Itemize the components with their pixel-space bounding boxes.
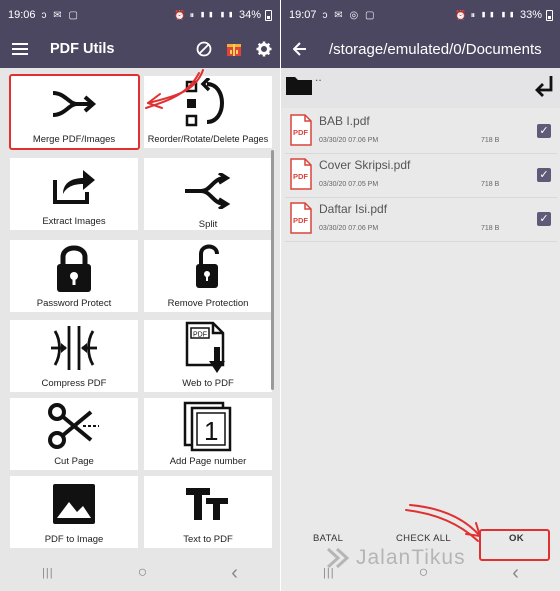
split-icon: [179, 164, 237, 217]
highlight-merge-tile: [9, 74, 140, 150]
tile-split[interactable]: Split: [144, 158, 272, 230]
tile-web-to-pdf[interactable]: PDF Web to PDF: [144, 320, 272, 392]
parent-folder-label: ..: [315, 70, 322, 84]
parent-folder-row[interactable]: ..: [281, 68, 560, 108]
tile-label: Split: [198, 219, 218, 230]
status-bar: 19:06 ↄ ✉ ▢ ⏰ ⏸ ▮▮ ▮▮ 34%: [0, 0, 280, 30]
tile-label: Extract Images: [42, 216, 106, 227]
app-title: PDF Utils: [50, 41, 115, 57]
tile-label: Compress PDF: [41, 378, 107, 389]
tile-label: Web to PDF: [182, 378, 234, 389]
tile-label: Cut Page: [54, 456, 94, 467]
pdf-badge: PDF: [293, 216, 308, 225]
nav-bar: ||| ○ ‹: [0, 555, 280, 591]
tile-label: Password Protect: [36, 298, 112, 309]
file-row[interactable]: PDF Cover Skripsi.pdf 03/30/20 07.05 PM …: [285, 154, 557, 198]
file-size: 718 B: [481, 181, 500, 188]
page-number-icon: 1: [179, 398, 237, 454]
file-date: 03/30/20 07.05 PM: [319, 181, 379, 188]
tile-label: Reorder/Rotate/Delete Pages: [147, 134, 269, 144]
file-size: 718 B: [481, 137, 500, 144]
watermark-text: JalanTikus: [356, 546, 466, 569]
status-time: 19:06: [8, 9, 36, 21]
web-to-pdf-icon: PDF: [179, 320, 237, 376]
status-icons: ⏰ ⏸ ▮▮ ▮▮: [454, 9, 516, 20]
page-number-glyph: 1: [204, 416, 218, 446]
file-size: 718 B: [481, 225, 500, 232]
scrollbar[interactable]: [271, 150, 274, 390]
file-checkbox[interactable]: ✓: [537, 124, 551, 138]
file-checkbox[interactable]: ✓: [537, 168, 551, 182]
gear-icon[interactable]: [256, 41, 272, 57]
tile-reorder-pages[interactable]: Reorder/Rotate/Delete Pages: [144, 76, 272, 148]
battery-percent: 33%: [519, 9, 542, 21]
pdf-badge: PDF: [293, 172, 308, 181]
hamburger-icon[interactable]: [12, 42, 30, 56]
tile-add-page-number[interactable]: 1 Add Page number: [144, 398, 272, 470]
check-all-button[interactable]: CHECK ALL: [396, 533, 451, 544]
path-title: /storage/emulated/0/Documents: [329, 40, 542, 58]
pdf-file-icon: PDF: [289, 114, 313, 151]
tile-remove-protection[interactable]: Remove Protection: [144, 240, 272, 312]
tile-pdf-to-image[interactable]: PDF to Image: [10, 476, 138, 548]
notification-icons: ↄ ✉ ◎ ▢: [322, 9, 377, 21]
tile-label: Add Page number: [169, 456, 247, 467]
image-icon: [45, 476, 103, 532]
home-button[interactable]: ○: [138, 564, 148, 582]
battery-icon: [265, 9, 272, 21]
pdf-file-icon: PDF: [289, 158, 313, 195]
tile-password-protect[interactable]: Password Protect: [10, 240, 138, 312]
tile-text-to-pdf[interactable]: Text to PDF: [144, 476, 272, 548]
back-button[interactable]: ‹: [231, 562, 238, 585]
file-picker-screen: 19:07 ↄ ✉ ◎ ▢ ⏰ ⏸ ▮▮ ▮▮ 33% /storage/emu…: [281, 0, 560, 591]
battery-percent: 34%: [238, 9, 261, 21]
block-icon[interactable]: [196, 41, 212, 57]
tile-label: PDF to Image: [44, 534, 104, 545]
arrow-left-icon[interactable]: [292, 42, 307, 56]
watermark: JalanTikus: [326, 545, 466, 571]
battery-icon: [546, 9, 553, 21]
scissors-icon: [45, 398, 103, 454]
status-time: 19:07: [289, 9, 317, 21]
gift-icon[interactable]: [226, 41, 242, 57]
compress-icon: [45, 320, 103, 376]
highlight-ok-button: [479, 529, 550, 561]
app-bar: /storage/emulated/0/Documents: [281, 30, 560, 68]
file-checkbox[interactable]: ✓: [537, 212, 551, 226]
tile-label: Text to PDF: [183, 534, 233, 545]
file-name: Cover Skripsi.pdf: [319, 158, 411, 172]
watermark-logo-icon: [326, 547, 350, 569]
pdf-glyph: PDF: [193, 332, 207, 339]
cancel-button[interactable]: BATAL: [313, 533, 343, 544]
status-bar: 19:07 ↄ ✉ ◎ ▢ ⏰ ⏸ ▮▮ ▮▮ 33%: [281, 0, 560, 30]
file-date: 03/30/20 07.06 PM: [319, 225, 379, 232]
tile-compress-pdf[interactable]: Compress PDF: [10, 320, 138, 392]
text-icon: [179, 476, 237, 532]
file-row[interactable]: PDF BAB I.pdf 03/30/20 07.06 PM 718 B ✓: [285, 110, 557, 154]
tile-label: Remove Protection: [167, 298, 249, 309]
status-icons: ⏰ ⏸ ▮▮ ▮▮: [173, 9, 235, 20]
lock-icon: [45, 240, 103, 296]
unlock-icon: [179, 240, 237, 296]
back-button[interactable]: ‹: [512, 562, 519, 585]
app-bar: PDF Utils: [0, 30, 280, 68]
pdf-badge: PDF: [293, 128, 308, 137]
pdf-file-icon: PDF: [289, 202, 313, 239]
file-date: 03/30/20 07.06 PM: [319, 137, 379, 144]
reorder-icon: [179, 76, 237, 132]
tile-extract-images[interactable]: Extract Images: [10, 158, 138, 230]
folder-icon: [285, 74, 313, 101]
tile-cut-page[interactable]: Cut Page: [10, 398, 138, 470]
recents-button[interactable]: |||: [42, 567, 54, 579]
file-name: Daftar Isi.pdf: [319, 202, 388, 216]
return-arrow-icon[interactable]: [533, 74, 555, 103]
notification-icons: ↄ ✉ ▢: [41, 9, 80, 21]
file-row[interactable]: PDF Daftar Isi.pdf 03/30/20 07.06 PM 718…: [285, 198, 557, 242]
file-name: BAB I.pdf: [319, 114, 370, 128]
share-icon: [45, 158, 103, 214]
